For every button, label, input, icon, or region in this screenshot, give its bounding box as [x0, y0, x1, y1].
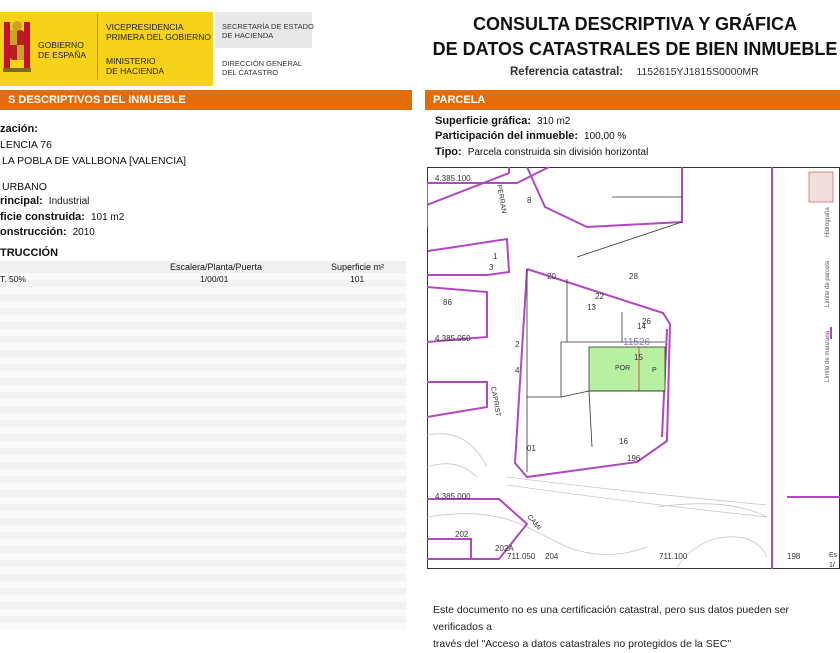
left-section-title: S DESCRIPTIVOS DEL INMUEBLE [8, 94, 186, 106]
ref-value: 1152615YJ1815S0000MR [636, 66, 759, 78]
map-label-196: 196 [627, 454, 641, 463]
map-label-204: 204 [545, 552, 559, 561]
sec-line1: SECRETARÍA DE ESTADO [222, 22, 314, 31]
sg-value: 310 m2 [536, 116, 571, 127]
loc-label: zación: [0, 123, 38, 135]
part-label: Participación del inmueble: [435, 130, 579, 142]
map-label-20: 20 [547, 272, 556, 281]
sec-line2: DE HACIENDA [222, 31, 274, 40]
min-line1: MINISTERIO [106, 56, 156, 66]
cell-superficie: 101 [350, 274, 365, 284]
vicepresidencia-text: VICEPRESIDENCIA PRIMERA DEL GOBIERNO [106, 22, 211, 42]
dir-line2: DEL CATASTRO [222, 68, 279, 77]
map-label-13: 13 [587, 303, 596, 312]
part-value: 100,00 % [584, 131, 627, 142]
parcel-id: 11526 [623, 337, 651, 348]
map-label-es: Es [829, 552, 838, 559]
note-line2: través del "Acceso a datos catastrales n… [433, 638, 732, 650]
map-label-8: 8 [527, 196, 532, 205]
map-label-4: 4 [515, 366, 520, 375]
coord-x1: 711.050 [507, 552, 536, 561]
coord-x2: 711.100 [659, 552, 688, 561]
dir-line1: DIRECCIÓN GENERAL [222, 59, 303, 68]
anio-label: onstrucción: [0, 226, 67, 238]
parcela-title: PARCELA [433, 94, 486, 106]
parcela-section-header: PARCELA [425, 90, 840, 110]
note-line1: Este documento no es una certificación c… [433, 604, 790, 633]
map-label-15: 15 [634, 353, 643, 362]
table-row: T. 50% 1/00/01 101 [0, 273, 406, 285]
map-label-22: 22 [595, 292, 604, 301]
col-escalera: Escalera/Planta/Puerta [170, 262, 263, 272]
cadastral-map[interactable]: 4.385.100 4.385.050 4.385.000 711.050 71… [427, 167, 840, 569]
cell-escalera: 1/00/01 [200, 274, 229, 284]
title-line1: CONSULTA DESCRIPTIVA Y GRÁFICA [472, 14, 798, 34]
gov-name: GOBIERNO DE ESPAÑA [38, 40, 86, 60]
legend-hidrografia: Hidrografía [825, 207, 831, 237]
map-label-3: 3 [489, 263, 494, 272]
constr-table-body: T. 50% 1/00/01 101 [0, 273, 406, 630]
sup-value: 101 m2 [90, 212, 125, 223]
min-line2: DE HACIENDA [106, 66, 165, 76]
loc-line1: LENCIA 76 [0, 139, 52, 151]
map-label-2: 2 [515, 340, 520, 349]
coord-y3: 4.385.000 [435, 492, 471, 501]
title-line2: DE DATOS CATASTRALES DE BIEN INMUEBLE [432, 39, 838, 59]
legend-swatch [808, 171, 834, 203]
map-label-198: 198 [787, 552, 801, 561]
col-superficie: Superficie m² [331, 262, 385, 272]
coord-y2: 4.385.050 [435, 334, 471, 343]
construccion-title: TRUCCIÓN [0, 247, 59, 259]
header-divider [97, 14, 98, 80]
uso-value: Industrial [48, 196, 90, 207]
ref-label: Referencia catastral: [510, 66, 624, 78]
map-label-202: 202 [455, 530, 469, 539]
loc-line2: LA POBLA DE VALLBONA [VALENCIA] [2, 155, 187, 167]
sg-label: Superficie gráfica: [435, 115, 531, 127]
secretaria-text: SECRETARÍA DE ESTADO DE HACIENDA [222, 22, 314, 40]
class-value: URBANO [2, 181, 47, 193]
coord-y1: 4.385.100 [435, 174, 471, 183]
referencia-catastral: Referencia catastral: 1152615YJ1815S0000… [510, 66, 759, 78]
map-label-por: POR [615, 365, 630, 372]
direccion-text: DIRECCIÓN GENERAL DEL CATASTRO [222, 59, 302, 77]
tipo-value: Parcela construida sin división horizont… [467, 147, 649, 158]
left-section-header: S DESCRIPTIVOS DEL INMUEBLE [0, 90, 412, 110]
left-panel: zación: LENCIA 76 LA POBLA DE VALLBONA [… [0, 112, 412, 630]
map-label-28: 28 [629, 272, 638, 281]
ministerio-text: MINISTERIO DE HACIENDA [106, 56, 164, 76]
map-label-26: 26 [642, 317, 651, 326]
sup-label: ficie construida: [0, 211, 85, 223]
constr-table-header: Escalera/Planta/Puerta Superficie m² [0, 261, 406, 273]
map-label-01: 01 [527, 444, 536, 453]
coat-of-arms-icon [3, 21, 31, 72]
anio-value: 2010 [72, 227, 95, 238]
gov-line1: GOBIERNO [38, 40, 84, 50]
map-label-202a: 202A [495, 544, 514, 553]
map-label-p: P [652, 367, 657, 374]
cell-destino: T. 50% [0, 274, 26, 284]
vice-line1: VICEPRESIDENCIA [106, 22, 184, 32]
tipo-label: Tipo: [435, 146, 462, 158]
map-label-16: 16 [619, 437, 628, 446]
uso-label: rincipal: [0, 195, 43, 207]
vice-line2: PRIMERA DEL GOBIERNO [106, 32, 212, 42]
map-label-1slash: 1/ [829, 562, 835, 569]
map-label-86: 86 [443, 298, 452, 307]
page-title: CONSULTA DESCRIPTIVA Y GRÁFICA DE DATOS … [430, 12, 840, 62]
legend-limite-parcela: Límite de parcela [825, 260, 831, 307]
disclaimer-note: Este documento no es una certificación c… [433, 602, 840, 653]
gov-line2: DE ESPAÑA [38, 50, 87, 60]
map-label-1: 1 [493, 252, 498, 261]
